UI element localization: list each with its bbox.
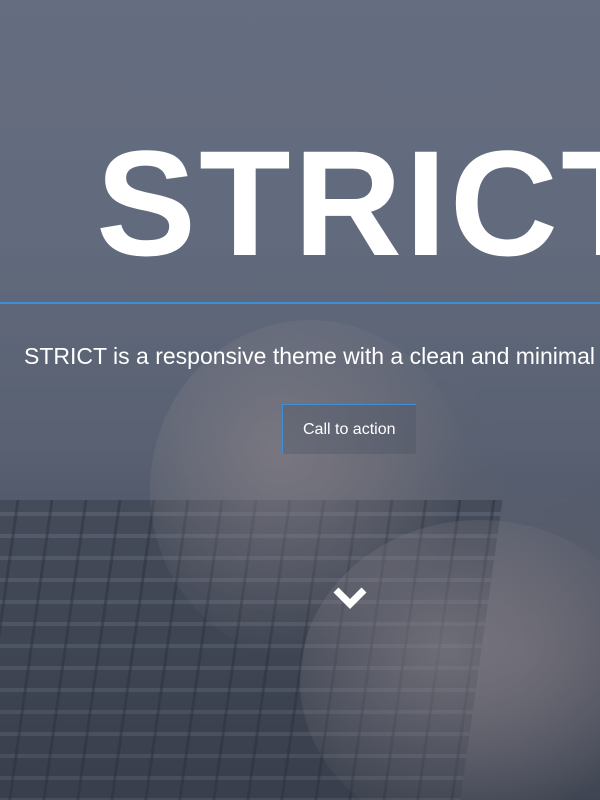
hero-tagline: STRICT is a responsive theme with a clea…	[24, 343, 595, 369]
hero-title: STRICT	[96, 119, 600, 287]
accent-divider	[0, 302, 600, 304]
chevron-down-icon	[333, 587, 367, 609]
hero-section: STRICT STRICT is a responsive theme with…	[0, 0, 600, 800]
call-to-action-button[interactable]: Call to action	[282, 404, 416, 454]
scroll-down-button[interactable]	[331, 584, 369, 612]
call-to-action-label: Call to action	[303, 420, 396, 438]
